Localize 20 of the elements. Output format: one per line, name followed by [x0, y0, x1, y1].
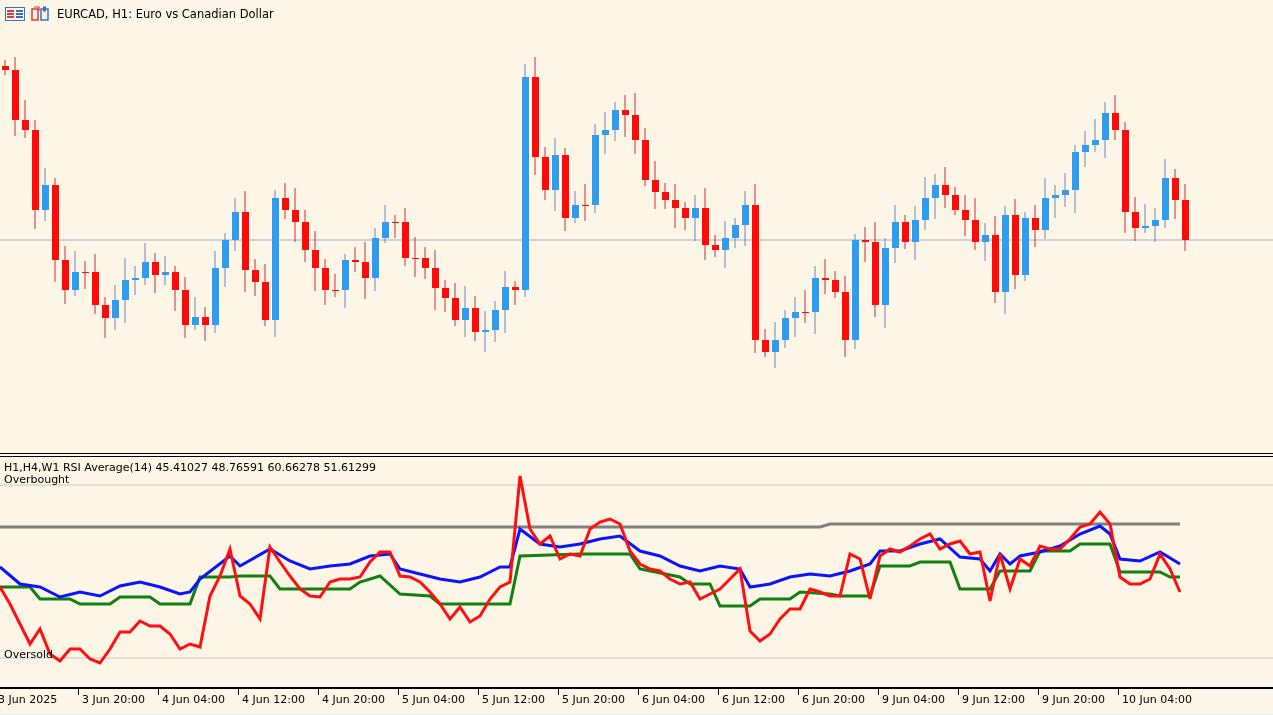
- time-axis-label: 4 Jun 20:00: [322, 693, 385, 706]
- time-axis-label: 10 Jun 04:00: [1122, 693, 1192, 706]
- time-axis-label: 5 Jun 12:00: [482, 693, 545, 706]
- time-axis-label: 4 Jun 12:00: [242, 693, 305, 706]
- time-axis-label: 5 Jun 04:00: [402, 693, 465, 706]
- oversold-label: Oversold: [4, 649, 53, 661]
- time-axis-label: 6 Jun 20:00: [802, 693, 865, 706]
- time-axis-label: 5 Jun 20:00: [562, 693, 625, 706]
- time-axis-label: 3 Jun 20:00: [82, 693, 145, 706]
- time-axis-label: 4 Jun 04:00: [162, 693, 225, 706]
- list-icon[interactable]: [5, 6, 25, 21]
- overbought-label: Overbought: [4, 474, 70, 486]
- chart-window-icon[interactable]: [31, 6, 49, 21]
- time-axis-label: 6 Jun 12:00: [722, 693, 785, 706]
- indicator-label: H1,H4,W1 RSI Average(14) 45.41027 48.76591 60.66278 51.61299: [4, 462, 376, 474]
- time-axis-label: 9 Jun 20:00: [1042, 693, 1105, 706]
- time-axis-label: 6 Jun 04:00: [642, 693, 705, 706]
- time-axis-label: 9 Jun 12:00: [962, 693, 1025, 706]
- time-axis-label: 9 Jun 04:00: [882, 693, 945, 706]
- chart-title: EURCAD, H1: Euro vs Canadian Dollar: [57, 6, 274, 21]
